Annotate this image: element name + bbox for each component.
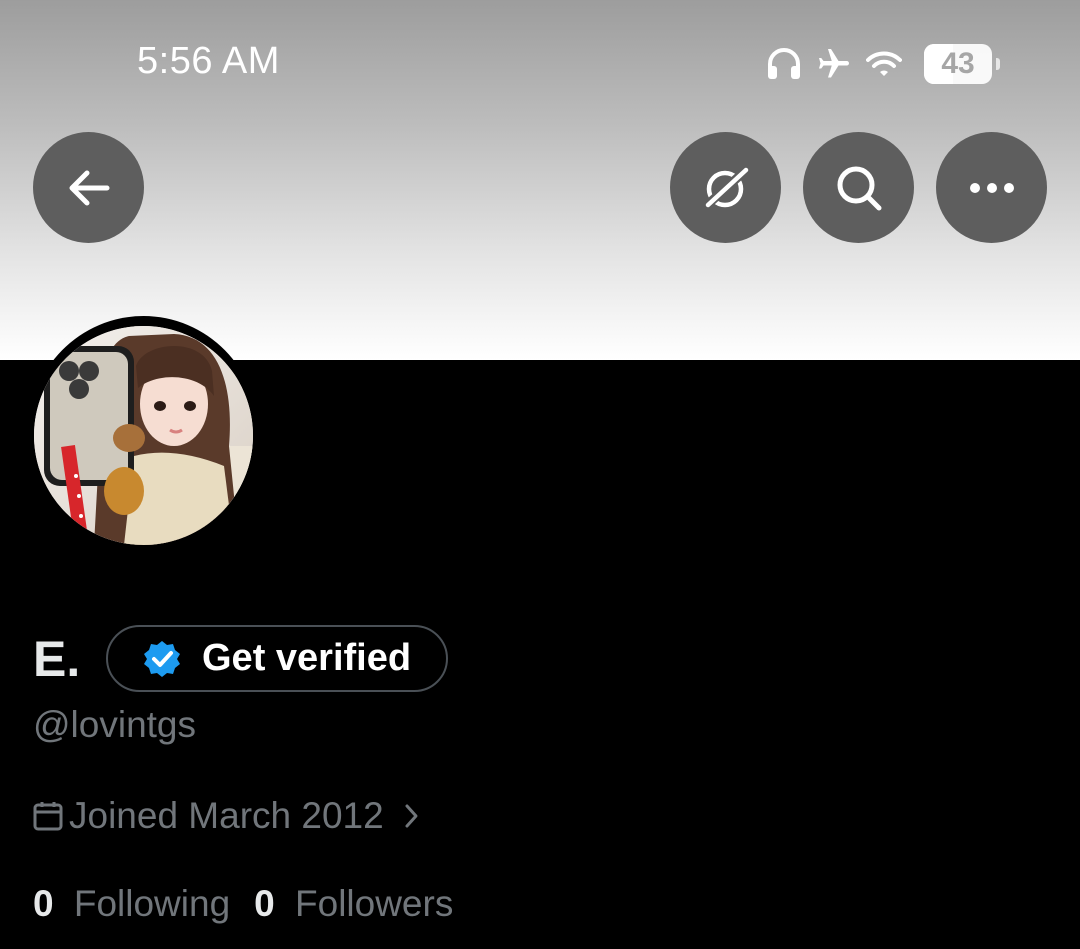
- more-button[interactable]: [936, 132, 1047, 243]
- joined-text: Joined March 2012: [69, 795, 384, 836]
- status-icons: 43: [766, 42, 1000, 86]
- avatar-photo: [34, 326, 253, 545]
- calendar-icon: [33, 802, 63, 831]
- battery-icon: 43: [924, 44, 1000, 84]
- joined-date[interactable]: Joined March 2012: [33, 794, 420, 838]
- followers-link[interactable]: 0 Followers: [254, 883, 453, 925]
- search-button[interactable]: [803, 132, 914, 243]
- get-verified-label: Get verified: [202, 637, 412, 679]
- airplane-icon: [819, 49, 849, 78]
- follow-stats: 0 Following 0 Followers: [33, 883, 453, 925]
- chevron-right-icon: [405, 804, 418, 828]
- headphones-icon: [768, 48, 800, 79]
- get-verified-button[interactable]: Get verified: [106, 625, 448, 692]
- followers-count: 0: [254, 883, 275, 924]
- following-label: Following: [73, 883, 231, 924]
- battery-level: 43: [941, 47, 975, 80]
- verified-badge-icon: [144, 640, 180, 677]
- following-link[interactable]: 0 Following: [33, 883, 230, 925]
- back-button[interactable]: [33, 132, 144, 243]
- profile-handle: @lovintgs: [33, 704, 197, 745]
- followers-label: Followers: [295, 883, 454, 924]
- profile-name: E.: [33, 631, 81, 687]
- status-time: 5:56 AM: [137, 40, 280, 82]
- following-count: 0: [33, 883, 54, 924]
- more-horizontal-icon: [969, 182, 1014, 193]
- avatar[interactable]: [34, 326, 253, 545]
- arrow-left-icon: [69, 170, 109, 205]
- search-icon: [837, 166, 881, 210]
- wifi-icon: [866, 51, 902, 76]
- grok-icon: [701, 165, 750, 210]
- status-bar: 5:56 AM 43: [0, 0, 1080, 120]
- grok-button[interactable]: [670, 132, 781, 243]
